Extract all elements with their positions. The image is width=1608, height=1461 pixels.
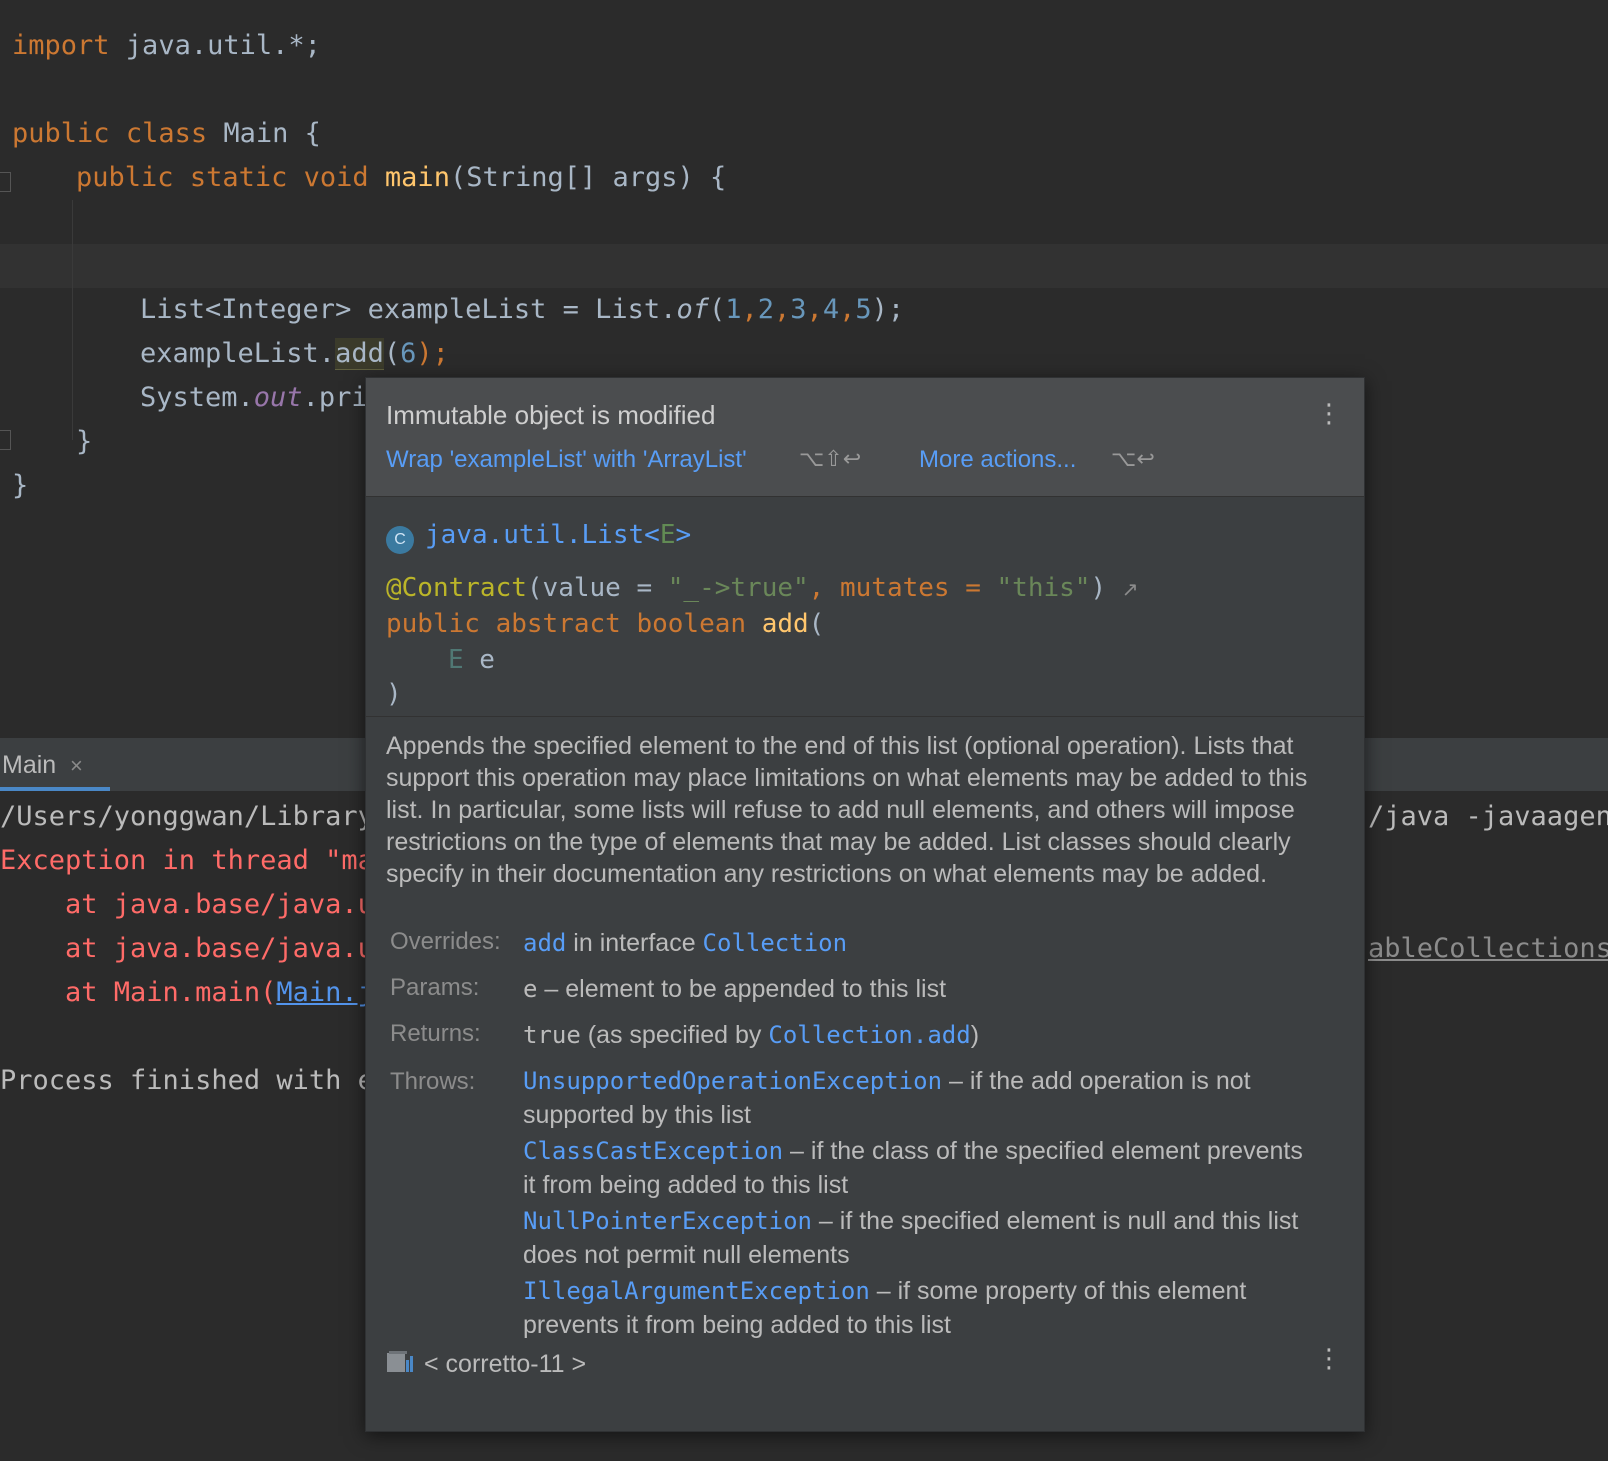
code-line-close-method: } <box>76 426 93 457</box>
contract-annotation: @Contract(value = "_->true", mutates = "… <box>386 573 1139 603</box>
more-options-icon-footer[interactable]: ⋮ <box>1316 1345 1342 1371</box>
code-line-main: public static void main(String[] args) { <box>76 162 727 193</box>
returns-label: Returns: <box>390 1020 481 1047</box>
action2-shortcut: ⌥↩ <box>1111 446 1155 471</box>
inspection-title: Immutable object is modified <box>386 400 716 430</box>
inspection-header: Immutable object is modified ⋮ Wrap 'exa… <box>366 378 1364 497</box>
code-line-println: System.out.pri <box>140 382 368 413</box>
params-label: Params: <box>390 974 480 1001</box>
wrap-with-arraylist-action[interactable]: Wrap 'exampleList' with 'ArrayList' <box>386 446 747 474</box>
fold-marker[interactable] <box>0 172 11 192</box>
overrides-value: add in interface Collection <box>523 929 848 957</box>
exception-link[interactable]: UnsupportedOperationException <box>523 1067 942 1095</box>
exception-link[interactable]: NullPointerException <box>523 1207 812 1235</box>
quick-documentation-popup: Immutable object is modified ⋮ Wrap 'exa… <box>365 377 1365 1432</box>
console-line-command-tail: /java -javaagent <box>1368 801 1608 832</box>
method-signature: public abstract boolean add( <box>386 609 825 639</box>
action1-shortcut: ⌥⇧↩ <box>799 446 862 471</box>
code-line-list-of: List<Integer> exampleList = List.of(1,2,… <box>140 294 905 325</box>
jdk-footer[interactable]: < corretto-11 > <box>386 1350 586 1381</box>
signature-section: C java.util.List<E> @Contract(value = "_… <box>366 496 1364 717</box>
code-line-class: public class Main { <box>12 118 321 149</box>
highlighted-add-call[interactable]: add <box>335 338 384 370</box>
exception-link[interactable]: ClassCastException <box>523 1137 783 1165</box>
code-line-add: exampleList.add(6); <box>140 338 449 370</box>
throws-list: UnsupportedOperationException – if the a… <box>523 1064 1313 1344</box>
overrides-method-link[interactable]: add <box>523 929 566 957</box>
console-line-exception: Exception in thread "ma <box>0 845 374 876</box>
active-tab-indicator <box>0 787 110 791</box>
method-description: Appends the specified element to the end… <box>386 732 1308 888</box>
console-stack-link[interactable]: ableCollections. <box>1368 931 1608 967</box>
console-line-command: /Users/yonggwan/Library <box>0 801 374 832</box>
console-line-stack-main: at Main.main(Main.j <box>0 977 374 1008</box>
run-tab-main[interactable]: Main × <box>0 739 110 791</box>
throws-item: NullPointerException – if the specified … <box>523 1207 1299 1269</box>
exception-link[interactable]: IllegalArgumentException <box>523 1277 870 1305</box>
console-line-process-finished: Process finished with e <box>0 1065 374 1096</box>
collection-add-link[interactable]: Collection.add <box>768 1021 970 1049</box>
close-icon[interactable]: × <box>70 753 83 779</box>
run-tab-label: Main <box>2 751 57 779</box>
external-link-icon[interactable]: ↗ <box>1122 579 1139 601</box>
returns-value: true (as specified by Collection.add) <box>523 1021 980 1049</box>
code-line-close-class: } <box>12 470 29 501</box>
throws-label: Throws: <box>390 1068 476 1095</box>
signature-close: ) <box>386 679 402 709</box>
params-value: e – element to be appended to this list <box>523 975 947 1003</box>
overrides-label: Overrides: <box>390 928 501 955</box>
caret-line-highlight <box>0 244 1608 288</box>
more-options-icon[interactable]: ⋮ <box>1316 400 1342 426</box>
fold-marker[interactable] <box>0 430 11 450</box>
indent-guide <box>72 200 73 440</box>
source-link[interactable]: Main.j <box>276 977 374 1008</box>
more-actions-link[interactable]: More actions... <box>919 446 1076 474</box>
throws-item: ClassCastException – if the class of the… <box>523 1137 1303 1199</box>
console-line-stack: at java.base/java.u <box>0 933 374 964</box>
throws-item: IllegalArgumentException – if some prope… <box>523 1277 1247 1339</box>
console-line-stack: at java.base/java.u <box>0 889 374 920</box>
collection-link[interactable]: Collection <box>703 929 848 957</box>
class-name-link[interactable]: java.util.List<E> <box>425 520 691 550</box>
class-icon: C <box>386 526 414 554</box>
code-line-import: import java.util.*; <box>12 30 321 61</box>
library-icon <box>386 1350 416 1381</box>
method-parameter: E e <box>448 645 495 675</box>
throws-item: UnsupportedOperationException – if the a… <box>523 1067 1251 1129</box>
